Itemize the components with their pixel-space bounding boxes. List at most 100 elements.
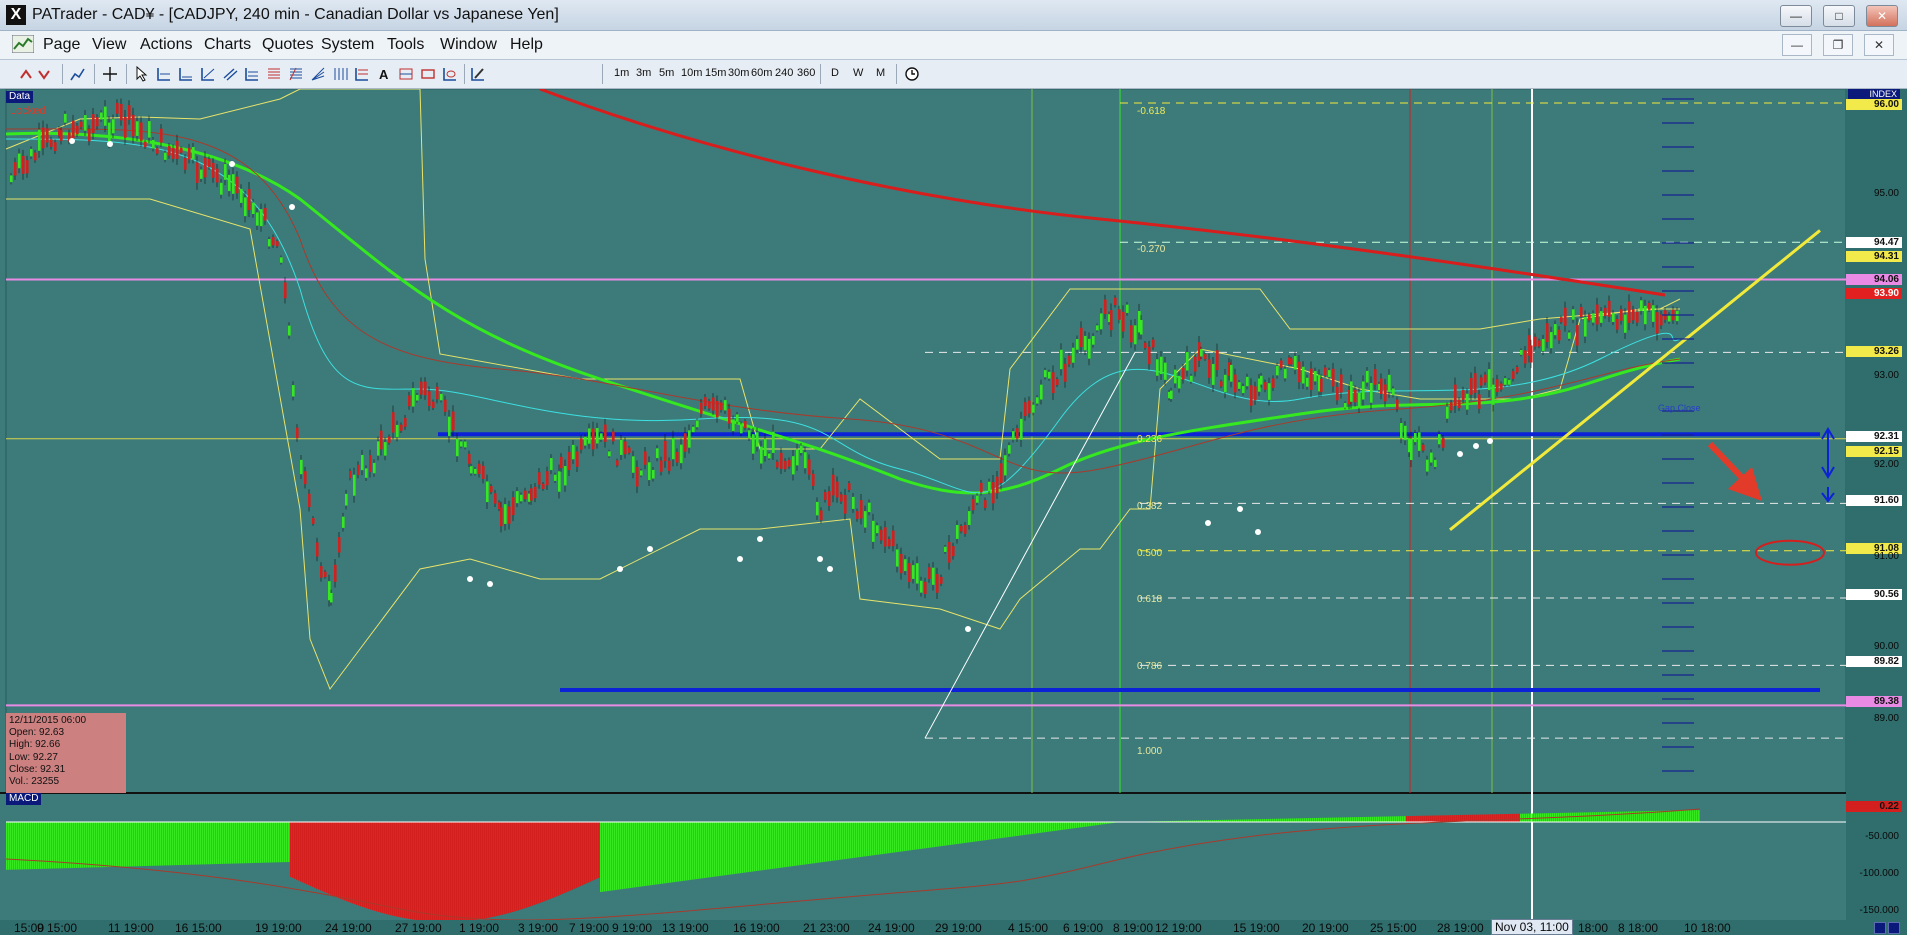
macd-bar xyxy=(348,822,350,902)
timeframe-15m[interactable]: 15m xyxy=(705,67,726,79)
parallel-lines-icon[interactable] xyxy=(222,66,238,82)
macd-bar xyxy=(818,822,820,863)
macd-bar xyxy=(264,822,266,863)
price-chart[interactable] xyxy=(0,89,1907,935)
macd-bar xyxy=(40,822,42,869)
clock-icon[interactable] xyxy=(904,66,920,82)
signal-dot xyxy=(757,536,763,542)
zoom-in-icon[interactable] xyxy=(36,66,52,82)
macd-bar xyxy=(820,822,822,863)
candle-body xyxy=(1400,423,1403,439)
timeframe-60m[interactable]: 60m xyxy=(751,67,772,79)
scroll-right-button[interactable] xyxy=(1888,922,1900,934)
candle-body xyxy=(72,120,75,139)
mdi-restore-button[interactable]: ❐ xyxy=(1823,34,1853,56)
chart-app-icon[interactable] xyxy=(12,35,34,53)
macd-bar xyxy=(100,822,102,868)
candle-body xyxy=(34,152,37,161)
menu-actions[interactable]: Actions xyxy=(140,36,192,54)
minimize-button[interactable]: — xyxy=(1780,5,1812,27)
data-tag[interactable]: Data xyxy=(6,91,34,103)
macd-bar xyxy=(476,822,478,920)
candle-body xyxy=(1152,339,1155,348)
window-titlebar[interactable]: X PATrader - CAD¥ - [CADJPY, 240 min - C… xyxy=(0,0,1907,31)
timeframe-5m[interactable]: 5m xyxy=(659,67,674,79)
mdi-close-button[interactable]: ✕ xyxy=(1864,34,1894,56)
macd-bar xyxy=(1426,815,1428,822)
macd-bar xyxy=(636,822,638,888)
mdi-minimize-button[interactable]: — xyxy=(1782,34,1812,56)
candle-body xyxy=(1572,309,1575,320)
text-tool-icon[interactable]: A xyxy=(376,66,392,82)
macd-bar xyxy=(156,822,158,866)
menu-window[interactable]: Window xyxy=(440,36,497,54)
timeframe-240[interactable]: 240 xyxy=(775,67,793,79)
ellipse-tool-icon[interactable] xyxy=(442,66,458,82)
pencil-icon[interactable] xyxy=(470,66,486,82)
macd-bar xyxy=(202,822,204,865)
fibonacci-extension-icon[interactable] xyxy=(288,66,304,82)
candle-body xyxy=(1284,368,1287,379)
trend-line-icon[interactable] xyxy=(200,66,216,82)
price-label: 93.90 xyxy=(1846,288,1902,299)
menu-page[interactable]: Page xyxy=(43,36,80,54)
candle-body xyxy=(1374,369,1377,385)
menu-view[interactable]: View xyxy=(92,36,126,54)
macd-bar xyxy=(1616,811,1618,822)
period-monthly[interactable]: M xyxy=(876,67,885,79)
candle-body xyxy=(724,400,727,411)
app-logo-icon: X xyxy=(6,5,26,25)
candle-body xyxy=(1560,317,1563,323)
macd-bar xyxy=(62,822,64,869)
rectangle-tool-icon[interactable] xyxy=(420,66,436,82)
macd-bar xyxy=(438,822,440,922)
timeframe-30m[interactable]: 30m xyxy=(728,67,749,79)
menu-quotes[interactable]: Quotes xyxy=(262,36,314,54)
macd-bar xyxy=(482,822,484,919)
macd-bar xyxy=(1286,818,1288,822)
candle-body xyxy=(1080,327,1083,348)
fibonacci-retracement-icon[interactable] xyxy=(266,66,282,82)
candle-body xyxy=(357,464,360,476)
cycle-lines-icon[interactable] xyxy=(332,66,348,82)
zoom-out-icon[interactable] xyxy=(18,66,34,82)
menu-help[interactable]: Help xyxy=(510,36,543,54)
timeframe-360[interactable]: 360 xyxy=(797,67,815,79)
scroll-left-button[interactable] xyxy=(1874,922,1886,934)
candle-body xyxy=(456,438,459,457)
timeframe-3m[interactable]: 3m xyxy=(636,67,651,79)
time-axis-label: 8 18:00 xyxy=(1618,921,1659,935)
ray-line-icon[interactable] xyxy=(178,66,194,82)
gann-box-icon[interactable] xyxy=(398,66,414,82)
fan-lines-icon[interactable] xyxy=(310,66,326,82)
candle-body xyxy=(172,147,175,159)
macd-bar xyxy=(1502,814,1504,822)
maximize-button[interactable]: □ xyxy=(1823,5,1855,27)
candle-body xyxy=(936,573,939,593)
macd-bar xyxy=(36,822,38,870)
candle-body xyxy=(652,469,655,479)
indicator-icon[interactable] xyxy=(70,66,86,82)
timeframe-10m[interactable]: 10m xyxy=(681,67,702,79)
candle-body xyxy=(1036,397,1039,404)
channel-icon[interactable] xyxy=(244,66,260,82)
timeframe-1m[interactable]: 1m xyxy=(614,67,629,79)
candle-body xyxy=(968,511,971,526)
price-levels-icon[interactable] xyxy=(354,66,370,82)
close-button[interactable]: ✕ xyxy=(1866,5,1898,27)
macd-bar xyxy=(1050,822,1052,832)
menu-system[interactable]: System xyxy=(321,36,374,54)
period-weekly[interactable]: W xyxy=(853,67,863,79)
period-daily[interactable]: D xyxy=(831,67,839,79)
menu-charts[interactable]: Charts xyxy=(204,36,251,54)
macd-bar xyxy=(96,822,98,868)
macd-bar xyxy=(474,822,476,921)
macd-tag[interactable]: MACD xyxy=(6,793,42,805)
menu-tools[interactable]: Tools xyxy=(387,36,424,54)
crosshair-icon[interactable] xyxy=(102,66,118,82)
candle-body xyxy=(800,445,803,454)
horizontal-line-icon[interactable] xyxy=(156,66,172,82)
pointer-icon[interactable] xyxy=(134,66,150,82)
chart-panel[interactable] xyxy=(0,89,1907,935)
candle-body xyxy=(732,419,735,431)
